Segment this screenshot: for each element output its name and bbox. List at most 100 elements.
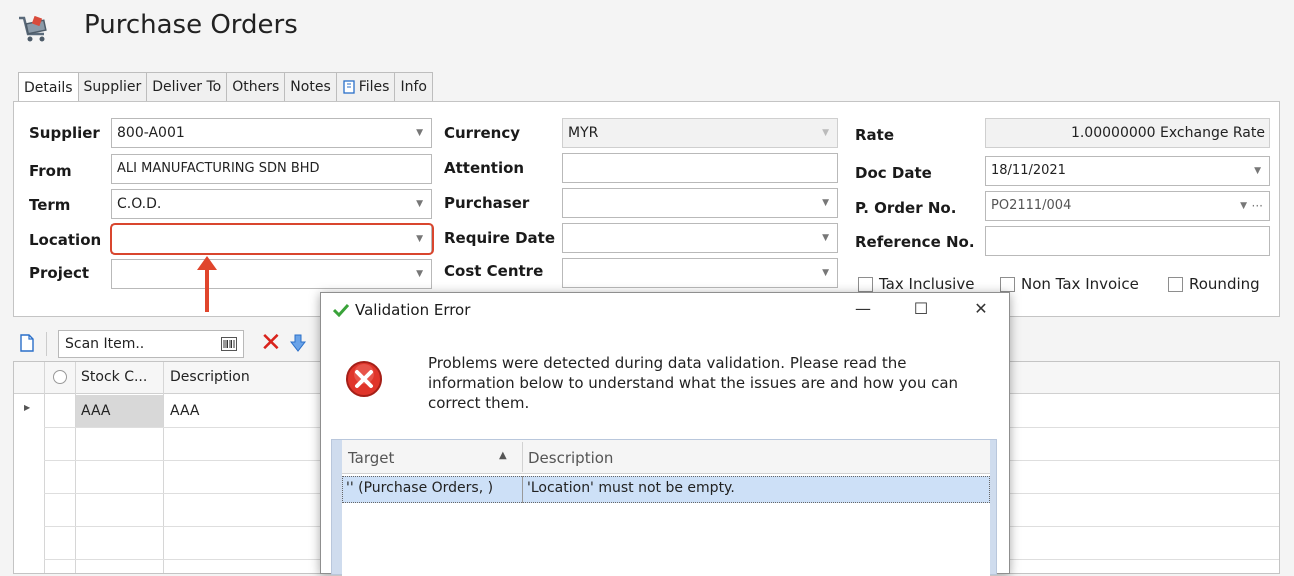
chevron-down-icon[interactable]: ▼ xyxy=(822,259,829,287)
tab-info[interactable]: Info xyxy=(395,72,433,102)
non-tax-invoice-checkbox[interactable]: Non Tax Invoice xyxy=(1000,275,1139,293)
chevron-down-icon[interactable]: ▼ xyxy=(416,260,423,288)
grid-line xyxy=(75,362,76,573)
issue-target: '' (Purchase Orders, ) xyxy=(346,480,494,496)
tab-label: Deliver To xyxy=(152,79,222,95)
annotation-arrow xyxy=(205,266,209,312)
list-header xyxy=(342,440,990,474)
tab-supplier[interactable]: Supplier xyxy=(78,72,148,102)
term-label: Term xyxy=(29,196,71,214)
supplier-label: Supplier xyxy=(29,124,100,142)
tax-inclusive-checkbox[interactable]: Tax Inclusive xyxy=(858,275,974,293)
term-value: C.O.D. xyxy=(117,196,162,212)
rounding-checkbox[interactable]: Rounding xyxy=(1168,275,1260,293)
tab-notes[interactable]: Notes xyxy=(285,72,337,102)
doc-date-field[interactable]: 18/11/2021 ▼ xyxy=(985,156,1270,186)
po-number-field[interactable]: PO2111/004 ▼ ··· xyxy=(985,191,1270,221)
doc-date-value: 18/11/2021 xyxy=(991,163,1066,178)
require-date-field[interactable]: ▼ xyxy=(562,223,838,253)
tab-label: Notes xyxy=(290,79,331,95)
tab-label: Details xyxy=(24,79,73,96)
page-title: Purchase Orders xyxy=(84,10,298,40)
tab-label: Others xyxy=(232,79,280,95)
rounding-label: Rounding xyxy=(1189,275,1260,293)
select-all-radio[interactable] xyxy=(53,370,67,384)
location-label: Location xyxy=(29,231,102,249)
column-header-description[interactable]: Description xyxy=(528,449,613,467)
currency-label: Currency xyxy=(444,124,521,142)
currency-value: MYR xyxy=(568,125,599,141)
checkbox-box[interactable] xyxy=(1168,276,1183,292)
tab-label: Info xyxy=(400,79,427,95)
cost-centre-label: Cost Centre xyxy=(444,262,544,280)
chevron-down-icon[interactable]: ▼ xyxy=(822,224,829,252)
from-field[interactable]: ALI MANUFACTURING SDN BHD xyxy=(111,154,432,184)
shopping-cart-icon xyxy=(19,15,47,42)
validation-issues-list: Target ▲ Description '' (Purchase Orders… xyxy=(331,439,997,576)
toolbar-divider xyxy=(46,332,47,356)
checkmark-icon xyxy=(333,303,349,317)
tax-inclusive-label: Tax Inclusive xyxy=(879,275,975,293)
minimize-button[interactable]: — xyxy=(853,299,873,318)
chevron-down-icon[interactable]: ▼ xyxy=(1254,157,1261,185)
move-down-icon[interactable] xyxy=(290,334,306,352)
exchange-rate-label: Exchange Rate xyxy=(1160,125,1265,141)
dialog-title: Validation Error xyxy=(355,301,471,319)
currency-field: MYR ▼ xyxy=(562,118,838,148)
tab-files[interactable]: Files xyxy=(336,72,396,102)
project-field[interactable]: ▼ xyxy=(111,259,432,289)
supplier-field[interactable]: 800-A001 ▼ xyxy=(111,118,432,148)
non-tax-invoice-label: Non Tax Invoice xyxy=(1021,275,1139,293)
column-header-target[interactable]: Target xyxy=(348,449,394,467)
more-button[interactable]: ··· xyxy=(1252,192,1263,220)
paperclip-icon xyxy=(343,80,355,94)
rate-value: 1.00000000 xyxy=(1070,125,1156,141)
scan-item-input[interactable]: Scan Item.. xyxy=(58,330,244,358)
column-header-description[interactable]: Description xyxy=(170,369,250,385)
new-document-icon[interactable] xyxy=(19,334,35,352)
tab-bar: Details Supplier Deliver To Others Notes… xyxy=(18,72,433,103)
tab-deliver-to[interactable]: Deliver To xyxy=(147,72,228,102)
row-description[interactable]: AAA xyxy=(170,403,200,419)
chevron-down-icon[interactable]: ▼ xyxy=(416,119,423,147)
rate-label: Rate xyxy=(855,126,895,144)
maximize-button[interactable]: ☐ xyxy=(911,299,931,318)
rate-field: 1.00000000 Exchange Rate xyxy=(985,118,1270,148)
row-indicator-icon: ▶ xyxy=(24,403,31,412)
sort-ascending-icon: ▲ xyxy=(499,450,507,461)
column-divider xyxy=(522,476,523,503)
purchaser-field[interactable]: ▼ xyxy=(562,188,838,218)
tab-others[interactable]: Others xyxy=(227,72,286,102)
close-button[interactable]: ✕ xyxy=(971,299,991,318)
attention-field[interactable] xyxy=(562,153,838,183)
tab-label: Files xyxy=(358,79,390,95)
row-stock-code[interactable]: AAA xyxy=(81,403,111,419)
issue-description: 'Location' must not be empty. xyxy=(527,480,735,496)
grid-line xyxy=(44,362,45,573)
column-divider xyxy=(522,442,523,472)
tab-label: Supplier xyxy=(83,79,142,95)
delete-icon[interactable]: ✕ xyxy=(260,330,282,356)
dialog-message: Problems were detected during data valid… xyxy=(428,354,959,412)
reference-no-field[interactable] xyxy=(985,226,1270,256)
checkbox-box[interactable] xyxy=(1000,276,1015,292)
chevron-down-icon[interactable]: ▼ xyxy=(416,190,423,218)
location-error-highlight xyxy=(110,223,434,255)
cost-centre-field[interactable]: ▼ xyxy=(562,258,838,288)
checkbox-box[interactable] xyxy=(858,276,873,292)
chevron-down-icon[interactable]: ▼ xyxy=(1240,192,1247,220)
column-header-stock-code[interactable]: Stock C... xyxy=(81,369,147,385)
tab-details[interactable]: Details xyxy=(18,72,79,103)
chevron-down-icon: ▼ xyxy=(822,128,829,138)
barcode-icon[interactable] xyxy=(221,337,237,351)
validation-error-dialog: Validation Error — ☐ ✕ Problems were det… xyxy=(320,292,1010,576)
attention-label: Attention xyxy=(444,159,525,177)
supplier-value: 800-A001 xyxy=(117,125,185,141)
reference-no-label: Reference No. xyxy=(855,233,975,251)
doc-date-label: Doc Date xyxy=(855,164,932,182)
project-label: Project xyxy=(29,264,90,282)
term-field[interactable]: C.O.D. ▼ xyxy=(111,189,432,219)
po-number-value: PO2111/004 xyxy=(991,198,1072,213)
chevron-down-icon[interactable]: ▼ xyxy=(822,189,829,217)
validation-issues-table: Target ▲ Description '' (Purchase Orders… xyxy=(342,440,990,576)
